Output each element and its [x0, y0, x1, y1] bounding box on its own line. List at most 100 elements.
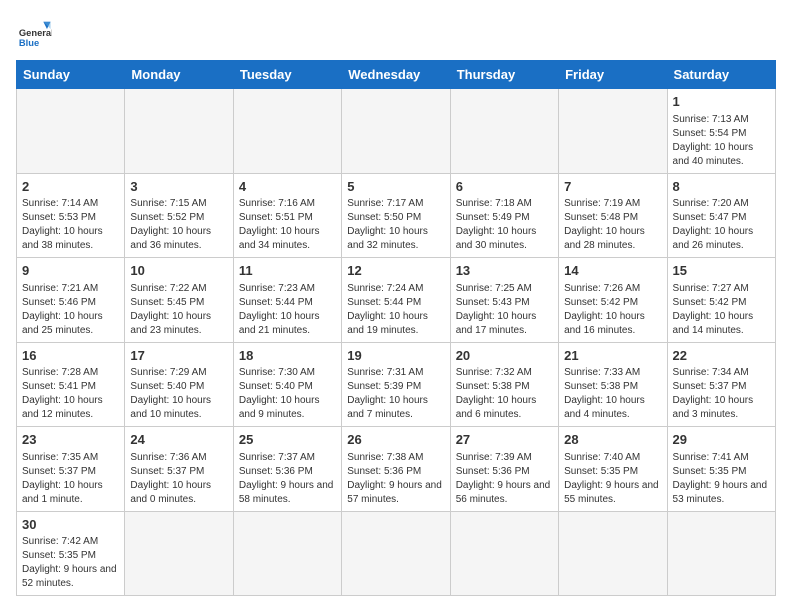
day-number: 6	[456, 178, 553, 196]
calendar-cell: 21Sunrise: 7:33 AM Sunset: 5:38 PM Dayli…	[559, 342, 667, 427]
calendar-cell	[342, 89, 450, 174]
calendar-cell: 27 Sunrise: 7:39 AM Sunset: 5:36 PM Dayli…	[450, 427, 558, 512]
day-number: 3	[130, 178, 227, 196]
day-info: Sunrise: 7:40 AM Sunset: 5:35 PM Dayligh…	[564, 451, 661, 507]
calendar-cell: 20Sunrise: 7:32 AM Sunset: 5:38 PM Dayli…	[450, 342, 558, 427]
day-info: Sunrise: 7:14 AM Sunset: 5:53 PM Dayligh…	[22, 197, 119, 253]
calendar-cell	[125, 89, 233, 174]
day-info: Sunrise: 7:19 AM Sunset: 5:48 PM Dayligh…	[564, 197, 661, 253]
day-number: 12	[347, 262, 444, 280]
day-number: 29	[673, 431, 770, 449]
day-info: Sunrise: 7:30 AM Sunset: 5:40 PM Dayligh…	[239, 366, 336, 422]
calendar-cell: 4Sunrise: 7:16 AM Sunset: 5:51 PM Daylig…	[233, 173, 341, 258]
calendar-cell	[125, 511, 233, 596]
calendar-cell: 12 Sunrise: 7:24 AM Sunset: 5:44 PM Dayli…	[342, 258, 450, 343]
day-info: Sunrise: 7:15 AM Sunset: 5:52 PM Dayligh…	[130, 197, 227, 253]
calendar: SundayMondayTuesdayWednesdayThursdayFrid…	[16, 60, 776, 596]
day-number: 13	[456, 262, 553, 280]
day-info: Sunrise: 7:23 AM Sunset: 5:44 PM Dayligh…	[239, 282, 336, 338]
day-number: 17	[130, 347, 227, 365]
day-info: Sunrise: 7:41 AM Sunset: 5:35 PM Dayligh…	[673, 451, 770, 507]
calendar-cell: 22Sunrise: 7:34 AM Sunset: 5:37 PM Dayli…	[667, 342, 775, 427]
calendar-cell: 17Sunrise: 7:29 AM Sunset: 5:40 PM Dayli…	[125, 342, 233, 427]
day-info: Sunrise: 7:37 AM Sunset: 5:36 PM Dayligh…	[239, 451, 336, 507]
day-info: Sunrise: 7:31 AM Sunset: 5:39 PM Dayligh…	[347, 366, 444, 422]
day-info: Sunrise: 7:38 AM Sunset: 5:36 PM Dayligh…	[347, 451, 444, 507]
calendar-cell: 18Sunrise: 7:30 AM Sunset: 5:40 PM Dayli…	[233, 342, 341, 427]
day-number: 14	[564, 262, 661, 280]
day-number: 21	[564, 347, 661, 365]
day-info: Sunrise: 7:33 AM Sunset: 5:38 PM Dayligh…	[564, 366, 661, 422]
day-info: Sunrise: 7:27 AM Sunset: 5:42 PM Dayligh…	[673, 282, 770, 338]
calendar-cell: 15 Sunrise: 7:27 AM Sunset: 5:42 PM Dayli…	[667, 258, 775, 343]
day-info: Sunrise: 7:36 AM Sunset: 5:37 PM Dayligh…	[130, 451, 227, 507]
calendar-cell: 26Sunrise: 7:38 AM Sunset: 5:36 PM Dayli…	[342, 427, 450, 512]
day-info: Sunrise: 7:18 AM Sunset: 5:49 PM Dayligh…	[456, 197, 553, 253]
day-info: Sunrise: 7:16 AM Sunset: 5:51 PM Dayligh…	[239, 197, 336, 253]
calendar-cell: 11 Sunrise: 7:23 AM Sunset: 5:44 PM Dayli…	[233, 258, 341, 343]
day-number: 5	[347, 178, 444, 196]
calendar-cell: 3Sunrise: 7:15 AM Sunset: 5:52 PM Daylig…	[125, 173, 233, 258]
calendar-cell: 23Sunrise: 7:35 AM Sunset: 5:37 PM Dayli…	[17, 427, 125, 512]
day-info: Sunrise: 7:13 AM Sunset: 5:54 PM Dayligh…	[673, 113, 770, 169]
calendar-cell	[342, 511, 450, 596]
day-number: 16	[22, 347, 119, 365]
calendar-cell: 13Sunrise: 7:25 AM Sunset: 5:43 PM Dayli…	[450, 258, 558, 343]
day-number: 1	[673, 93, 770, 111]
calendar-cell: 14 Sunrise: 7:26 AM Sunset: 5:42 PM Dayli…	[559, 258, 667, 343]
calendar-cell: 1 Sunrise: 7:13 AM Sunset: 5:54 PM Daylig…	[667, 89, 775, 174]
day-info: Sunrise: 7:42 AM Sunset: 5:35 PM Dayligh…	[22, 535, 119, 591]
day-number: 4	[239, 178, 336, 196]
day-number: 30	[22, 516, 119, 534]
calendar-cell: 29 Sunrise: 7:41 AM Sunset: 5:35 PM Dayli…	[667, 427, 775, 512]
weekday-header-wednesday: Wednesday	[342, 61, 450, 89]
day-info: Sunrise: 7:24 AM Sunset: 5:44 PM Dayligh…	[347, 282, 444, 338]
day-number: 11	[239, 262, 336, 280]
day-info: Sunrise: 7:28 AM Sunset: 5:41 PM Dayligh…	[22, 366, 119, 422]
calendar-cell	[450, 511, 558, 596]
day-number: 20	[456, 347, 553, 365]
svg-text:Blue: Blue	[19, 38, 39, 48]
day-info: Sunrise: 7:26 AM Sunset: 5:42 PM Dayligh…	[564, 282, 661, 338]
week-row-5: 23Sunrise: 7:35 AM Sunset: 5:37 PM Dayli…	[17, 427, 776, 512]
day-number: 9	[22, 262, 119, 280]
day-number: 24	[130, 431, 227, 449]
page: General Blue SundayMondayTuesdayWednesda…	[0, 0, 792, 606]
week-row-2: 2Sunrise: 7:14 AM Sunset: 5:53 PM Daylig…	[17, 173, 776, 258]
weekday-header-thursday: Thursday	[450, 61, 558, 89]
weekday-header-saturday: Saturday	[667, 61, 775, 89]
calendar-cell: 24 Sunrise: 7:36 AM Sunset: 5:37 PM Dayli…	[125, 427, 233, 512]
day-number: 22	[673, 347, 770, 365]
calendar-header: SundayMondayTuesdayWednesdayThursdayFrid…	[17, 61, 776, 89]
day-number: 10	[130, 262, 227, 280]
day-number: 25	[239, 431, 336, 449]
calendar-cell	[559, 89, 667, 174]
weekday-header-friday: Friday	[559, 61, 667, 89]
svg-text:General: General	[19, 28, 52, 38]
day-number: 18	[239, 347, 336, 365]
calendar-cell	[17, 89, 125, 174]
day-info: Sunrise: 7:35 AM Sunset: 5:37 PM Dayligh…	[22, 451, 119, 507]
calendar-cell: 7Sunrise: 7:19 AM Sunset: 5:48 PM Daylig…	[559, 173, 667, 258]
week-row-4: 16Sunrise: 7:28 AM Sunset: 5:41 PM Dayli…	[17, 342, 776, 427]
day-number: 7	[564, 178, 661, 196]
day-info: Sunrise: 7:21 AM Sunset: 5:46 PM Dayligh…	[22, 282, 119, 338]
day-number: 15	[673, 262, 770, 280]
calendar-cell: 6Sunrise: 7:18 AM Sunset: 5:49 PM Daylig…	[450, 173, 558, 258]
calendar-body: 1 Sunrise: 7:13 AM Sunset: 5:54 PM Daylig…	[17, 89, 776, 596]
day-info: Sunrise: 7:32 AM Sunset: 5:38 PM Dayligh…	[456, 366, 553, 422]
weekday-header-monday: Monday	[125, 61, 233, 89]
day-info: Sunrise: 7:17 AM Sunset: 5:50 PM Dayligh…	[347, 197, 444, 253]
calendar-cell: 2Sunrise: 7:14 AM Sunset: 5:53 PM Daylig…	[17, 173, 125, 258]
day-info: Sunrise: 7:39 AM Sunset: 5:36 PM Dayligh…	[456, 451, 553, 507]
week-row-3: 9 Sunrise: 7:21 AM Sunset: 5:46 PM Daylig…	[17, 258, 776, 343]
calendar-cell	[233, 511, 341, 596]
day-info: Sunrise: 7:29 AM Sunset: 5:40 PM Dayligh…	[130, 366, 227, 422]
calendar-cell: 28Sunrise: 7:40 AM Sunset: 5:35 PM Dayli…	[559, 427, 667, 512]
calendar-cell: 30Sunrise: 7:42 AM Sunset: 5:35 PM Dayli…	[17, 511, 125, 596]
day-number: 8	[673, 178, 770, 196]
day-number: 27	[456, 431, 553, 449]
day-number: 19	[347, 347, 444, 365]
calendar-cell: 8Sunrise: 7:20 AM Sunset: 5:47 PM Daylig…	[667, 173, 775, 258]
day-info: Sunrise: 7:34 AM Sunset: 5:37 PM Dayligh…	[673, 366, 770, 422]
